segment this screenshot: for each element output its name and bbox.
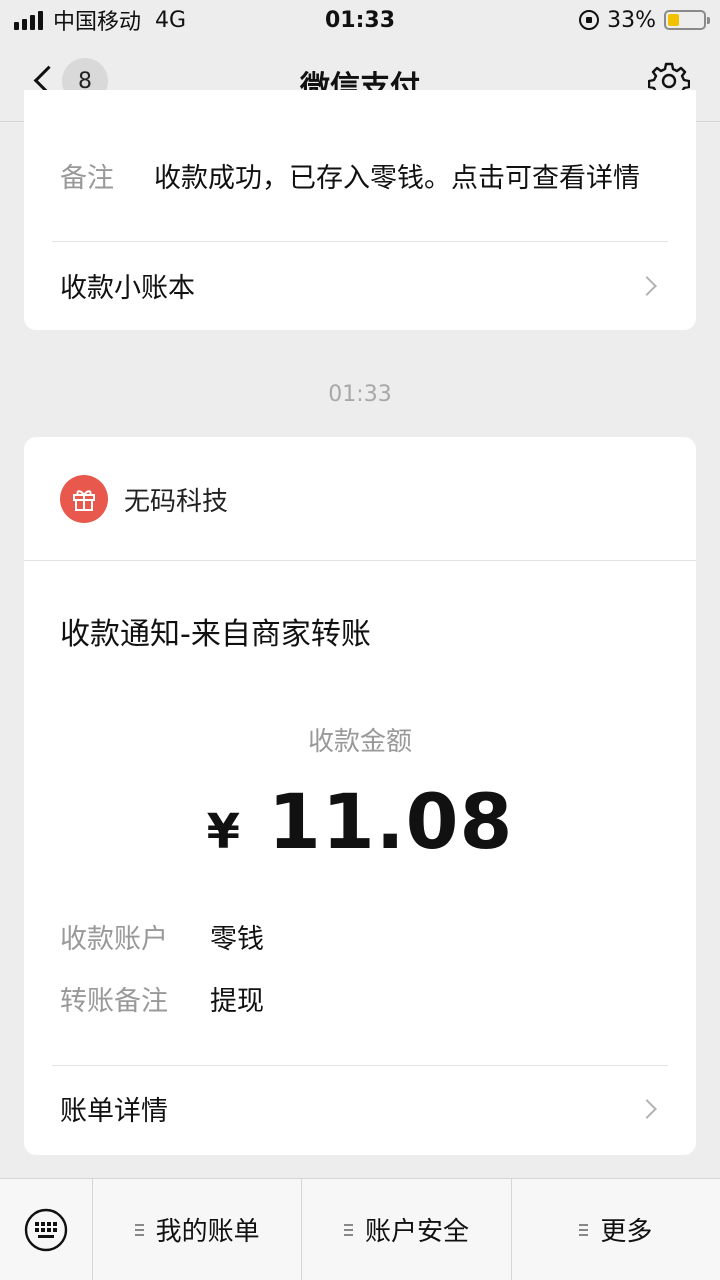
menu-account-security[interactable]: 账户安全 [302,1179,512,1280]
gift-icon [60,475,108,523]
amount-value: 11.08 [268,777,514,866]
carrier-name: 中国移动 [53,10,142,35]
menu-more[interactable]: 更多 [512,1179,720,1280]
amount-label: 收款金额 [307,727,412,757]
currency-symbol: ¥ [206,804,240,860]
previous-notice-card[interactable]: 备注 收款成功，已存入零钱。点击可查看详情 收款小账本 [24,90,696,330]
menu-list-icon [134,1223,144,1236]
remark-label: 备注 [60,163,114,194]
note-row: 转账备注 提现 [60,979,264,1018]
menu-my-bills[interactable]: 我的账单 [93,1179,303,1280]
merchant-name: 无码科技 [124,486,229,517]
keyboard-toggle-button[interactable] [0,1179,93,1280]
remark-value: 收款成功，已存入零钱。点击可查看详情 [154,163,640,194]
orientation-lock-icon [579,10,600,30]
divider [52,1065,668,1066]
payment-notice-card[interactable]: 无码科技 收款通知-来自商家转账 收款金额 ¥ 11.08 收款账户 零钱 转账… [24,437,696,1155]
menu-list-icon [579,1223,589,1236]
network-type: 4G [155,7,187,33]
account-label: 收款账户 [60,924,168,955]
note-label: 转账备注 [60,986,168,1017]
chevron-right-icon [637,275,657,296]
message-time: 01:33 [328,382,392,407]
menu-label: 账户安全 [364,1217,469,1247]
notice-title: 收款通知-来自商家转账 [60,617,371,652]
menu-label: 我的账单 [155,1217,260,1247]
battery-icon [664,10,710,30]
menu-list-icon [343,1223,353,1236]
battery-percent: 33% [607,7,656,33]
bill-details-link[interactable]: 账单详情 [60,1089,660,1128]
account-value: 零钱 [210,924,264,955]
account-row: 收款账户 零钱 [60,917,264,956]
keyboard-icon [24,1208,68,1251]
ledger-link[interactable]: 收款小账本 [60,266,660,305]
status-bar: 中国移动 4G 01:33 33% [0,0,720,40]
ledger-link-label: 收款小账本 [60,273,195,304]
divider [24,560,696,561]
signal-icon [14,10,43,30]
divider [52,241,668,242]
amount: ¥ 11.08 [24,777,696,866]
remark-row: 备注 收款成功，已存入零钱。点击可查看详情 [60,156,640,195]
menu-label: 更多 [600,1217,653,1247]
battery-fill [668,14,680,26]
chevron-right-icon [637,1098,657,1119]
bottom-menu-bar: 我的账单 账户安全 更多 [0,1178,720,1280]
merchant-header[interactable]: 无码科技 [60,475,228,523]
bill-details-label: 账单详情 [60,1096,168,1127]
note-value: 提现 [210,986,264,1017]
